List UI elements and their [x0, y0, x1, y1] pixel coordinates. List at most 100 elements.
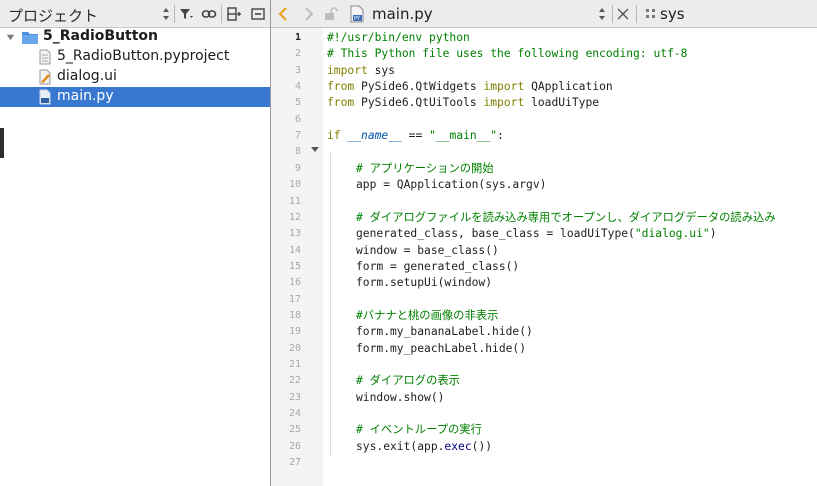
line-number: 10 [288, 179, 301, 190]
fold-marker-icon[interactable] [311, 147, 319, 152]
code-token: sys.exit(app. [356, 440, 445, 453]
tree-item-folder[interactable]: 5_RadioButton [0, 27, 270, 47]
line-number: 24 [288, 408, 301, 419]
tree-item-label: 5_RadioButton.pyproject [57, 48, 230, 64]
code-token: #バナナと桃の画像の非表示 [356, 309, 499, 322]
code-line[interactable]: form.my_bananaLabel.hide() [356, 324, 533, 340]
python-file-icon [39, 89, 51, 105]
code-token: "dialog.ui" [634, 227, 710, 240]
line-number: 18 [288, 310, 301, 321]
code-token: app = QApplication(sys.argv) [356, 178, 547, 191]
open-file-tab[interactable]: main.py [372, 5, 433, 23]
ui-file-icon [39, 69, 51, 85]
text-file-icon [39, 49, 51, 65]
close-icon[interactable] [615, 6, 631, 22]
pane-edge-handle[interactable] [0, 128, 4, 158]
sort-updown-icon[interactable] [158, 6, 174, 22]
line-number: 26 [288, 441, 301, 452]
chevron-down-icon[interactable] [6, 33, 15, 42]
code-line[interactable]: #バナナと桃の画像の非表示 [356, 308, 498, 324]
line-number: 16 [288, 277, 301, 288]
forward-arrow-icon[interactable] [300, 6, 316, 22]
line-number: 4 [294, 81, 301, 92]
code-line[interactable]: # ダイアログの表示 [356, 373, 460, 389]
code-line[interactable]: # This Python file uses the following en… [327, 46, 687, 62]
folder-icon [22, 32, 38, 44]
code-line[interactable]: # イベントループの実行 [356, 422, 482, 438]
line-number: 21 [288, 359, 301, 370]
line-number: 14 [288, 245, 301, 256]
code-line[interactable]: app = QApplication(sys.argv) [356, 177, 546, 193]
line-number: 8 [294, 146, 301, 157]
code-token: form.setupUi(window) [356, 276, 493, 289]
back-arrow-icon[interactable] [276, 6, 292, 22]
code-line[interactable]: window.show() [356, 390, 444, 406]
code-line[interactable]: import sys [327, 63, 395, 79]
code-token: sys [367, 64, 396, 77]
split-icon[interactable] [226, 6, 242, 22]
code-token: ()) [471, 440, 493, 453]
code-token: generated_class, base_class = loadUiType… [356, 227, 635, 240]
line-number: 2 [294, 48, 301, 59]
code-token: == [401, 129, 430, 142]
code-line[interactable]: form.setupUi(window) [356, 275, 492, 291]
code-line[interactable]: sys.exit(app.exec()) [356, 439, 492, 455]
code-line[interactable]: from PySide6.QtUiTools import loadUiType [327, 95, 599, 111]
line-number: 6 [294, 114, 301, 125]
tree-item-file-selected[interactable]: main.py [0, 87, 270, 107]
tree-item-file[interactable]: dialog.ui [0, 67, 270, 87]
indent-guide [330, 152, 331, 457]
code-token: exec [444, 440, 472, 453]
code-line[interactable]: form.my_peachLabel.hide() [356, 341, 526, 357]
line-number: 15 [288, 261, 301, 272]
code-token: ) [709, 227, 717, 240]
line-number: 5 [294, 97, 301, 108]
toolbar-separator [221, 5, 222, 23]
line-number: 27 [288, 457, 301, 468]
line-number: 1 [294, 32, 301, 43]
code-token: window = base_class() [356, 244, 499, 257]
project-pane-title[interactable]: プロジェクト [8, 5, 98, 26]
code-line[interactable]: if __name__ == "__main__": [327, 128, 504, 144]
code-line[interactable]: form = generated_class() [356, 259, 519, 275]
line-number: 17 [288, 294, 301, 305]
line-number: 20 [288, 343, 301, 354]
code-line[interactable]: generated_class, base_class = loadUiType… [356, 226, 717, 242]
tree-item-label: main.py [57, 88, 114, 104]
line-number: 25 [288, 424, 301, 435]
svg-text:PY: PY [354, 16, 361, 22]
code-token: PySide6.QtUiTools [354, 96, 484, 109]
toolbar-separator [612, 5, 613, 23]
line-number: 3 [294, 65, 301, 76]
line-number: 7 [294, 130, 301, 141]
link-icon[interactable] [201, 6, 217, 22]
python-file-icon: PY [350, 5, 364, 23]
filter-icon[interactable] [178, 6, 194, 22]
code-token: # イベントループの実行 [356, 423, 482, 436]
code-line[interactable]: # ダイアログファイルを読み込み専用でオープンし、ダイアログデータの読み込み [356, 210, 776, 226]
line-number: 23 [288, 392, 301, 403]
code-token: from [327, 96, 355, 109]
code-line[interactable]: from PySide6.QtWidgets import QApplicati… [327, 79, 613, 95]
line-number: 9 [294, 163, 301, 174]
line-number: 22 [288, 375, 301, 386]
tree-item-label: dialog.ui [57, 68, 117, 84]
code-token: form.my_peachLabel.hide() [356, 342, 527, 355]
collapse-icon[interactable] [250, 6, 266, 22]
symbol-grid-icon[interactable] [643, 6, 659, 22]
file-switch-updown-icon[interactable] [594, 6, 610, 22]
code-token: __name__ [347, 129, 402, 142]
code-token: QApplication [524, 80, 613, 93]
code-line[interactable]: # アプリケーションの開始 [356, 161, 494, 177]
code-token: form = generated_class() [356, 260, 520, 273]
symbol-selector[interactable]: sys [660, 5, 685, 23]
code-token: import [327, 64, 368, 77]
code-line[interactable]: #!/usr/bin/env python [327, 30, 470, 46]
code-line[interactable]: window = base_class() [356, 243, 499, 259]
tree-item-file[interactable]: 5_RadioButton.pyproject [0, 47, 270, 67]
code-token: if [327, 129, 341, 142]
lock-icon[interactable] [322, 6, 338, 22]
code-token: PySide6.QtWidgets [354, 80, 484, 93]
code-token: # ダイアログの表示 [356, 374, 460, 387]
line-number: 13 [288, 228, 301, 239]
